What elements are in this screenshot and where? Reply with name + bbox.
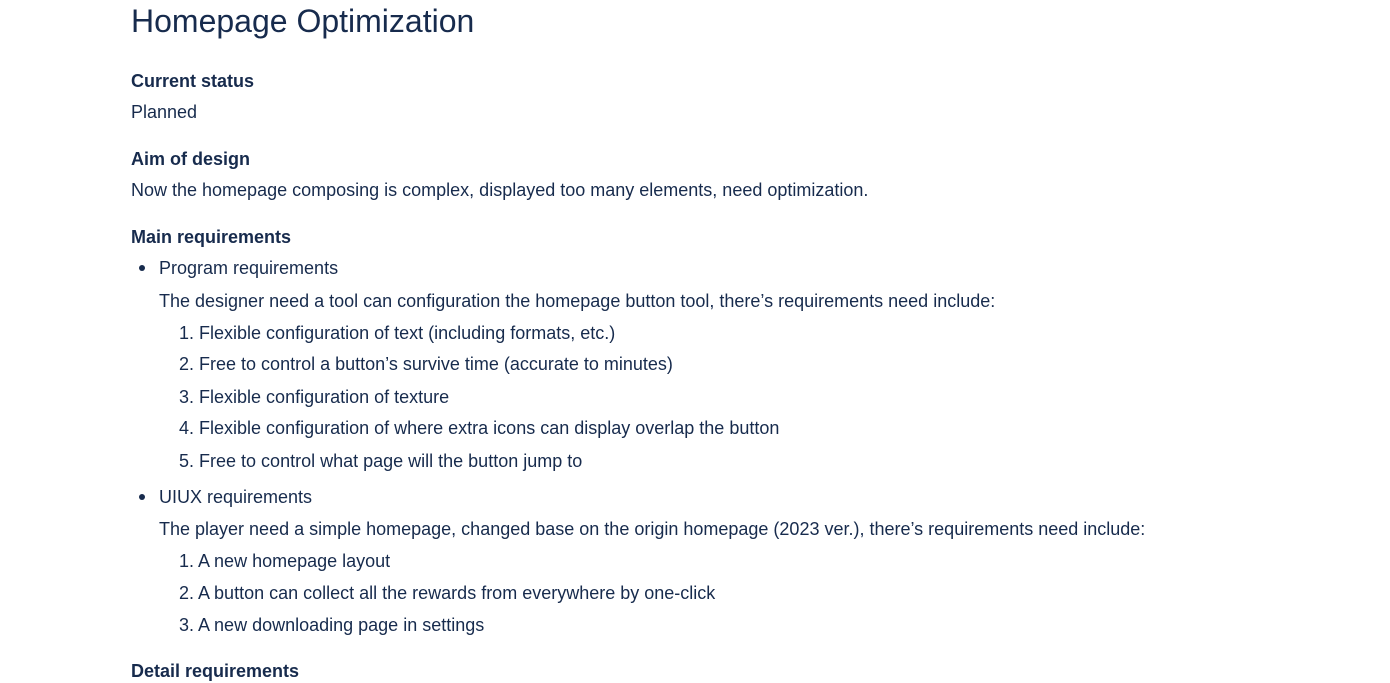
list-item-text: Flexible configuration of text (includin… [199,323,616,343]
page-title: Homepage Optimization [131,3,475,39]
list-item: 4. Flexible configuration of where extra… [179,416,779,440]
list-item-number: 3. [179,615,195,635]
main-requirements-heading: Main requirements [131,227,292,247]
list-item: 5. Free to control what page will the bu… [179,449,582,473]
list-item-number: 5. [179,451,195,471]
current-status-value: Planned [131,102,198,122]
list-item-number: 1. [179,551,195,571]
aim-heading: Aim of design [131,149,251,169]
bullet-icon [139,265,145,271]
list-item-text: A new homepage layout [198,551,391,571]
list-item-number: 2. [179,583,195,603]
aim-text: Now the homepage composing is complex, d… [131,180,869,200]
list-item: 3. Flexible configuration of texture [179,385,449,409]
uiux-requirements-description: The player need a simple homepage, chang… [159,519,1146,539]
uiux-requirements-label: UIUX requirements [159,487,313,507]
list-item-number: 1. [179,323,195,343]
list-item-text: A new downloading page in settings [198,615,485,635]
list-item: 1. A new homepage layout [179,549,390,573]
bullet-icon [139,494,145,500]
list-item: 2. A button can collect all the rewards … [179,581,715,605]
current-status-heading: Current status [131,71,255,91]
list-item-text: A button can collect all the rewards fro… [198,583,716,603]
program-requirements-description: The designer need a tool can configurati… [159,291,996,311]
list-item: 3. A new downloading page in settings [179,613,484,637]
program-requirements-label: Program requirements [159,258,339,278]
list-item-text: Free to control a button’s survive time … [199,354,673,374]
list-item-text: Flexible configuration of where extra ic… [199,418,780,438]
list-item-number: 2. [179,354,195,374]
list-item-number: 4. [179,418,195,438]
list-item: 1. Flexible configuration of text (inclu… [179,321,615,345]
detail-requirements-heading: Detail requirements [131,661,300,681]
list-item-text: Free to control what page will the butto… [199,451,583,471]
list-item: 2. Free to control a button’s survive ti… [179,352,673,376]
list-item-number: 3. [179,387,195,407]
list-item-text: Flexible configuration of texture [199,387,450,407]
